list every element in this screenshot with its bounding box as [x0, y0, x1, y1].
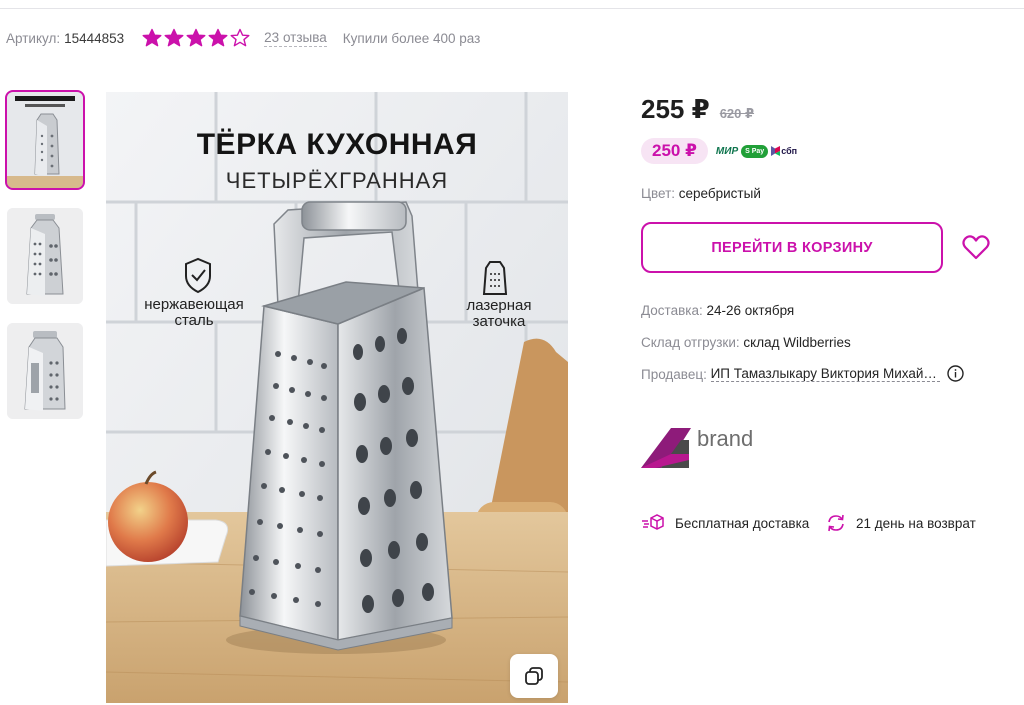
box-delivery-icon	[642, 514, 664, 530]
return-arrows-icon	[828, 514, 844, 532]
delivery-label: Доставка:	[641, 303, 703, 318]
thumbnail-2[interactable]	[7, 208, 83, 304]
article-value: 15444853	[64, 30, 125, 46]
seller-link[interactable]: ИП Тамазлыкару Виктория Михайловна	[710, 366, 940, 382]
image-subtitle: ЧЕТЫРЁХГРАННАЯ	[225, 168, 449, 193]
free-delivery-text: Бесплатная доставка	[675, 515, 810, 531]
bought-count: Купили более 400 раз	[342, 30, 481, 46]
main-product-image[interactable]: ТЁРКА КУХОННАЯ ЧЕТЫРЁХГРАННАЯ нержавеюща…	[106, 92, 568, 703]
sbp-text: сбп	[781, 146, 798, 156]
color-value: серебристый	[678, 186, 761, 201]
image-title: ТЁРКА КУХОННАЯ	[196, 128, 478, 161]
rating-stars[interactable]	[142, 28, 250, 48]
wallet-price-row: 250 ₽ МИР S Pay сбп	[641, 138, 797, 164]
article-label: Артикул:	[6, 30, 61, 46]
sbp-icon	[771, 146, 781, 156]
return-text: 21 день на возврат	[856, 515, 976, 531]
mir-logo: МИР	[715, 145, 739, 157]
reviews-link[interactable]: 23 отзыва	[264, 30, 327, 47]
seller-row: Продавец: ИП Тамазлыкару Виктория Михайл…	[641, 366, 940, 382]
thumbnail-3[interactable]	[7, 323, 83, 419]
brand-name[interactable]: brand	[697, 426, 753, 452]
thumbnail-image-1	[7, 92, 83, 188]
old-price: 620 ₽	[719, 106, 755, 121]
copy-icon	[525, 667, 543, 685]
warehouse-row: Склад отгрузки: склад Wildberries	[641, 335, 851, 350]
return-perk: 21 день на возврат	[826, 514, 976, 532]
thumbnail-image-3	[7, 323, 83, 419]
star-filled-icon	[208, 28, 228, 47]
free-delivery-perk: Бесплатная доставка	[641, 514, 809, 532]
warehouse-label: Склад отгрузки:	[641, 335, 740, 350]
seller-label: Продавец:	[641, 367, 707, 382]
delivery-row: Доставка: 24-26 октября	[641, 303, 794, 318]
star-filled-icon	[142, 28, 162, 47]
current-price: 255 ₽	[641, 94, 710, 124]
warehouse-value: склад Wildberries	[743, 335, 851, 350]
feature-laser: лазерная заточка	[466, 297, 532, 330]
go-to-cart-button[interactable]: ПЕРЕЙТИ В КОРЗИНУ	[641, 222, 943, 273]
delivery-value: 24-26 октября	[706, 303, 795, 318]
top-divider	[0, 8, 1024, 9]
color-row: Цвет: серебристый	[641, 186, 761, 201]
copy-button[interactable]	[510, 654, 558, 698]
sberpay-logo: S Pay	[741, 144, 769, 158]
payment-logos: МИР S Pay сбп	[715, 144, 797, 158]
heart-icon[interactable]	[962, 234, 990, 260]
price-row: 255 ₽ 620 ₽	[641, 94, 754, 125]
thumbnail-1[interactable]	[5, 90, 85, 190]
thumbnail-image-2	[7, 208, 83, 304]
wallet-price[interactable]: 250 ₽	[641, 138, 708, 164]
product-meta-row: Артикул: 15444853 23 отзыва Купили более…	[6, 28, 480, 48]
star-filled-icon	[186, 28, 206, 47]
star-filled-icon	[164, 28, 184, 47]
color-label: Цвет:	[641, 186, 676, 201]
star-empty-icon	[230, 28, 250, 47]
feature-stainless: нержавеющая сталь	[144, 296, 244, 329]
sbp-logo: сбп	[771, 146, 797, 156]
info-icon[interactable]	[947, 365, 964, 382]
